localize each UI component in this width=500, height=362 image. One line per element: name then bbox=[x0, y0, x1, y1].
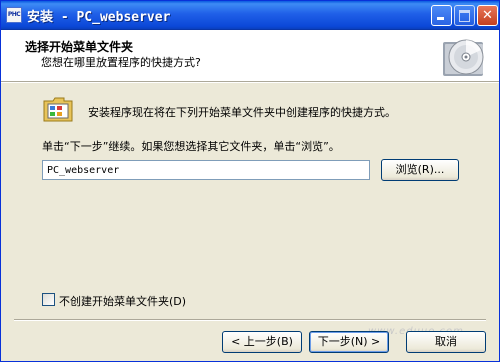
cd-installer-icon bbox=[443, 39, 484, 76]
next-button[interactable]: 下一步(N) > bbox=[309, 331, 389, 353]
instruction-text: 单击“下一步”继续。如果您想选择其它文件夹，单击“浏览”。 bbox=[42, 140, 340, 153]
start-menu-folder-input[interactable]: PC_webserver bbox=[42, 160, 370, 180]
start-menu-folder-icon bbox=[43, 97, 73, 122]
page-subtitle: 您想在哪里放置程序的快捷方式? bbox=[41, 56, 201, 69]
footer-divider bbox=[14, 319, 486, 321]
info-text: 安装程序现在将在下列开始菜单文件夹中创建程序的快捷方式。 bbox=[88, 106, 396, 119]
window-title: 安装 - PC_webserver bbox=[27, 10, 171, 25]
browse-button[interactable]: 浏览(R)... bbox=[381, 159, 459, 181]
back-button[interactable]: < 上一步(B) bbox=[222, 331, 302, 353]
app-icon: PHC bbox=[6, 7, 22, 23]
no-start-menu-folder-checkbox[interactable] bbox=[42, 293, 55, 306]
wizard-header: 选择开始菜单文件夹 您想在哪里放置程序的快捷方式? bbox=[1, 30, 499, 81]
title-bar[interactable]: PHC 安装 - PC_webserver ✕ bbox=[1, 1, 499, 30]
header-divider bbox=[1, 81, 499, 83]
close-icon: ✕ bbox=[482, 8, 493, 23]
close-button[interactable]: ✕ bbox=[477, 5, 498, 26]
minimize-button[interactable] bbox=[431, 5, 452, 26]
page-title: 选择开始菜单文件夹 bbox=[25, 40, 134, 54]
cancel-button[interactable]: 取消 bbox=[406, 331, 486, 353]
no-start-menu-folder-label[interactable]: 不创建开始菜单文件夹(D) bbox=[59, 293, 186, 309]
installer-window: PHC 安装 - PC_webserver ✕ 选择开始菜单文件夹 您想在哪里放… bbox=[0, 0, 500, 362]
maximize-button[interactable] bbox=[454, 5, 475, 26]
